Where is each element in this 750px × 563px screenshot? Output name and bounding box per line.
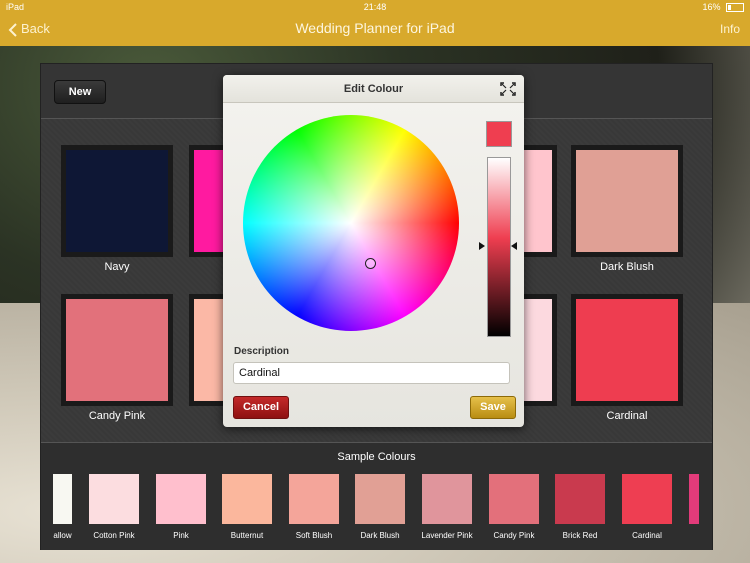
colour-swatch[interactable] [571,145,683,257]
navigation-bar: Back Wedding Planner for iPad Info [0,14,750,46]
sample-colour-label: Soft Blush [295,531,333,540]
sample-colour-chip[interactable] [222,474,272,524]
sample-colour-chip[interactable] [689,474,699,524]
swatch-label: Candy Pink [88,410,146,422]
colour-swatch[interactable] [571,294,683,406]
swatch-label: Navy [104,261,130,273]
new-button[interactable]: New [54,80,106,104]
sample-colours-title: Sample Colours [337,451,416,463]
battery-icon [726,3,744,13]
sample-colour-label: Brick Red [562,531,598,540]
swatch-label: Cardinal [606,410,648,422]
sample-colour-label: Lavender Pink [421,531,473,540]
sample-colour-chip[interactable] [289,474,339,524]
colour-preview [486,121,512,147]
sample-colour-chip[interactable] [156,474,206,524]
colour-swatch[interactable] [61,145,173,257]
sample-colour-label: allow [53,531,72,540]
status-bar: iPad 21:48 16% [0,0,750,14]
status-time: 21:48 [363,2,387,12]
battery-percent: 16% [702,2,721,12]
sample-colour-chip[interactable] [89,474,139,524]
colour-swatch[interactable] [61,294,173,406]
edit-colour-dialog: Edit Colour Description Cancel Save [223,75,524,427]
swatch-fill [576,299,678,401]
info-button[interactable]: Info [720,22,740,36]
sample-colours-bar: Sample Colours allow Cotton Pink Pink Butte… [41,442,712,550]
slider-arrow-left-icon[interactable] [479,242,485,250]
cancel-button[interactable]: Cancel [233,396,289,419]
sample-colour-chip[interactable] [622,474,672,524]
swatch-fill [66,299,168,401]
dialog-title: Edit Colour [343,83,404,95]
save-button[interactable]: Save [470,396,516,419]
swatch-fill [576,150,678,252]
sample-colour-label: Dark Blush [360,531,400,540]
colour-wheel[interactable] [243,115,459,331]
description-label: Description [234,346,290,357]
battery-status: 16% [702,0,744,14]
colour-wheel-cursor[interactable] [365,258,376,269]
sample-colour-label: Cardinal [632,531,662,540]
slider-arrow-right-icon[interactable] [511,242,517,250]
sample-colour-chip[interactable] [555,474,605,524]
expand-icon[interactable] [500,82,516,96]
page-title: Wedding Planner for iPad [295,20,455,36]
dialog-header: Edit Colour [223,75,524,103]
sample-colour-label: Butternut [230,531,264,540]
sample-colour-chip[interactable] [53,474,72,524]
swatch-label: Dark Blush [600,261,654,273]
swatch-fill [66,150,168,252]
sample-colour-label: Candy Pink [493,531,535,540]
sample-colour-chip[interactable] [355,474,405,524]
sample-colour-chip[interactable] [489,474,539,524]
description-input[interactable] [233,362,510,384]
sample-colour-chip[interactable] [422,474,472,524]
sample-colour-label: Pink [173,531,189,540]
brightness-slider[interactable] [487,157,511,337]
sample-colour-label: Cotton Pink [93,531,135,540]
